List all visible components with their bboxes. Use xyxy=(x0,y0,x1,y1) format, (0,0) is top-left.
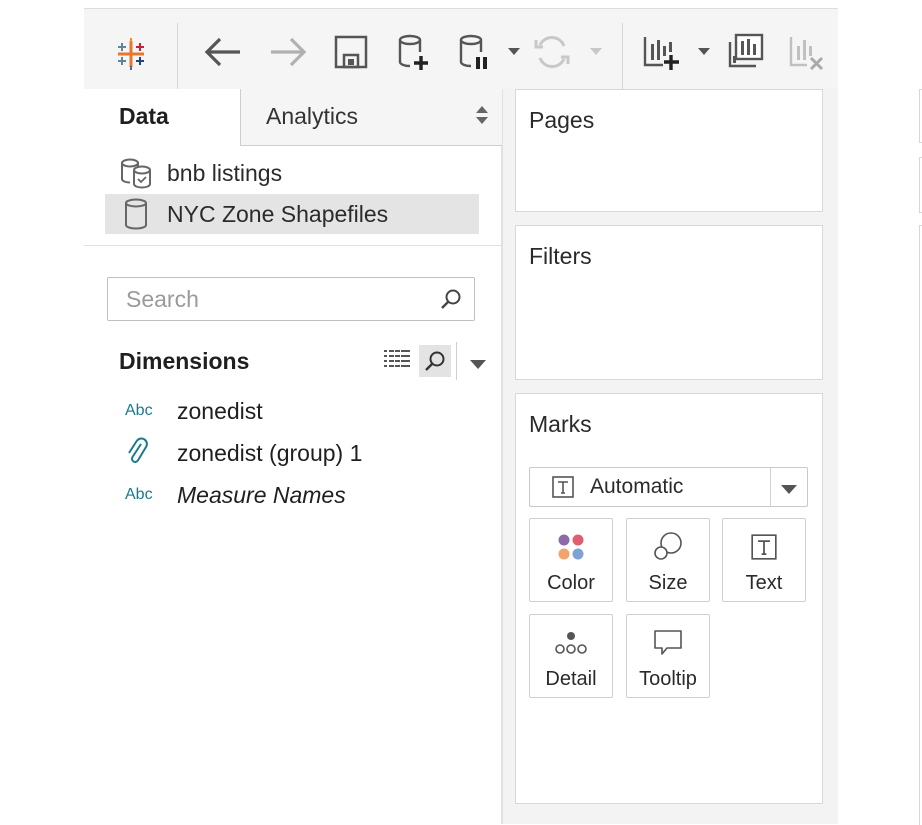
dropdown-caret-icon[interactable] xyxy=(695,45,713,59)
data-source-nyc-zone-shapefiles[interactable]: NYC Zone Shapefiles xyxy=(105,194,479,234)
color-dots-icon xyxy=(530,531,612,563)
blended-datasource-icon xyxy=(119,156,153,190)
divider xyxy=(456,342,457,380)
forward-arrow-icon[interactable] xyxy=(267,31,309,73)
mark-type-label: Automatic xyxy=(590,475,684,498)
dropdown-caret-icon[interactable] xyxy=(587,45,605,59)
string-type-indicator: Abc xyxy=(125,402,153,419)
tableau-app: Data Analytics bnb listings NYC Zone Sha… xyxy=(84,0,922,825)
marks-card: Marks Automatic Color Size Text Detail T… xyxy=(515,393,823,804)
text-label: Text xyxy=(745,572,783,594)
detail-button[interactable]: Detail xyxy=(529,614,613,698)
pause-updates-icon[interactable] xyxy=(454,31,496,75)
pages-shelf[interactable]: Pages xyxy=(515,89,823,212)
toolbar xyxy=(84,8,838,91)
color-label: Color xyxy=(547,572,595,594)
save-icon[interactable] xyxy=(330,31,372,73)
divider xyxy=(770,468,771,506)
tableau-logo-icon[interactable] xyxy=(108,31,154,77)
detail-dots-icon xyxy=(530,627,612,659)
datasource-icon xyxy=(119,197,153,231)
clear-sheet-icon[interactable] xyxy=(785,31,829,75)
data-pane: Data Analytics bnb listings NYC Zone Sha… xyxy=(84,89,503,824)
tooltip-button[interactable]: Tooltip xyxy=(626,614,710,698)
find-field-search-icon[interactable] xyxy=(419,345,451,377)
size-label: Size xyxy=(648,572,688,594)
size-button[interactable]: Size xyxy=(626,518,710,602)
field-zonedist-group-1[interactable]: zonedist (group) 1 xyxy=(125,436,362,470)
color-button[interactable]: Color xyxy=(529,518,613,602)
pane-tabs: Data Analytics xyxy=(84,89,502,146)
tab-analytics-label: Analytics xyxy=(266,103,359,129)
tab-analytics[interactable]: Analytics xyxy=(240,89,502,146)
data-source-label: NYC Zone Shapefiles xyxy=(167,200,389,227)
search-input[interactable] xyxy=(124,284,428,314)
field-zonedist[interactable]: Abc zonedist xyxy=(125,394,263,428)
field-name: Measure Names xyxy=(177,481,346,508)
size-circles-icon xyxy=(627,531,709,563)
paperclip-icon xyxy=(125,436,161,471)
data-source-label: bnb listings xyxy=(167,159,283,186)
refresh-icon[interactable] xyxy=(531,31,573,73)
tooltip-bubble-icon xyxy=(627,627,709,659)
new-data-source-icon[interactable] xyxy=(393,31,435,75)
cards-column: Pages Filters Marks Automatic Color Size… xyxy=(503,89,838,824)
dropdown-caret-icon[interactable] xyxy=(505,45,523,59)
back-arrow-icon[interactable] xyxy=(202,31,244,73)
duplicate-sheet-icon[interactable] xyxy=(724,29,768,73)
divider xyxy=(84,245,501,246)
mark-type-dropdown[interactable]: Automatic xyxy=(529,467,808,507)
pages-title: Pages xyxy=(529,107,595,133)
list-view-icon[interactable] xyxy=(383,345,411,373)
text-button[interactable]: Text xyxy=(722,518,806,602)
tooltip-label: Tooltip xyxy=(639,668,697,690)
search-icon[interactable] xyxy=(440,288,462,315)
tab-data-label: Data xyxy=(119,103,169,129)
field-name: zonedist xyxy=(177,397,263,424)
text-t-icon xyxy=(723,531,805,563)
detail-label: Detail xyxy=(545,668,597,690)
dimensions-heading: Dimensions xyxy=(119,348,250,374)
field-measure-names[interactable]: Abc Measure Names xyxy=(125,478,346,512)
field-name: zonedist (group) 1 xyxy=(177,439,363,466)
filters-shelf[interactable]: Filters xyxy=(515,225,823,380)
dimensions-menu-caret-icon[interactable] xyxy=(470,357,486,375)
field-search xyxy=(107,277,475,321)
data-source-bnb-listings[interactable]: bnb listings xyxy=(105,153,479,193)
new-worksheet-icon[interactable] xyxy=(640,31,682,75)
marks-title: Marks xyxy=(529,411,592,437)
filters-title: Filters xyxy=(529,243,592,269)
string-type-indicator: Abc xyxy=(125,486,153,503)
tab-data[interactable]: Data xyxy=(84,89,239,145)
up-down-arrows-icon xyxy=(476,106,488,129)
chevron-down-icon[interactable] xyxy=(781,482,797,500)
text-mark-icon xyxy=(552,476,574,503)
